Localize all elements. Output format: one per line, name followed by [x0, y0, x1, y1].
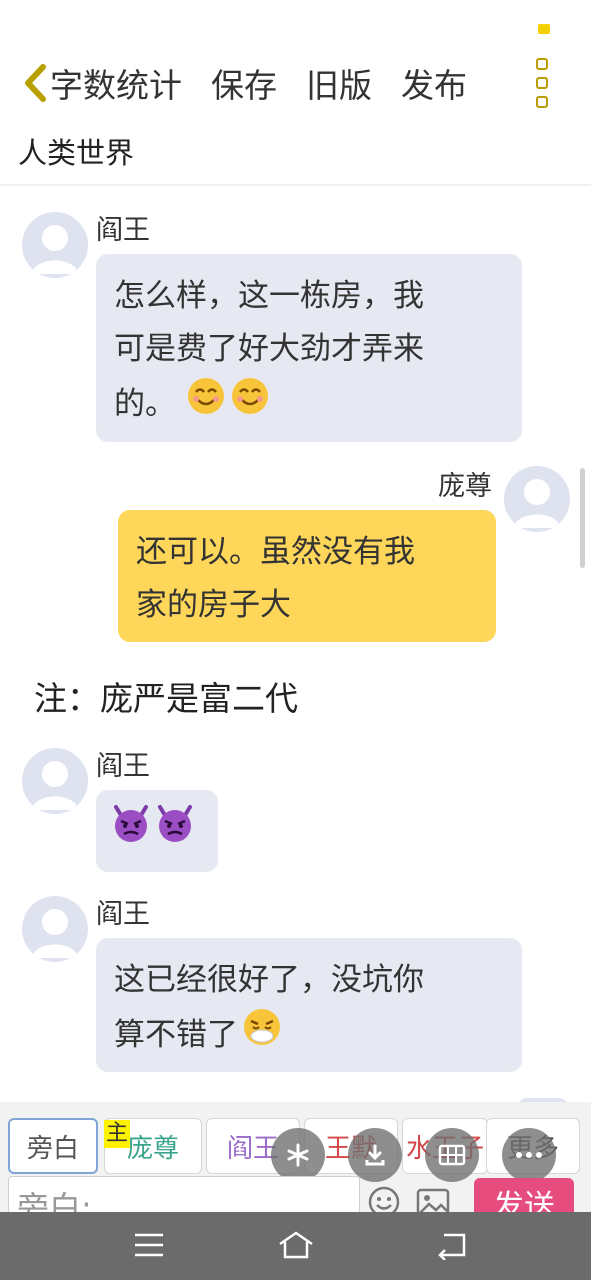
top-bar: 字数统计 保存 旧版 发布: [0, 0, 591, 120]
smiling-face-icon: [186, 376, 226, 433]
divider: [0, 184, 591, 186]
chat-title: 人类世界: [18, 136, 135, 170]
message-line: 家的房子大: [136, 587, 291, 623]
scrollbar[interactable]: [580, 468, 585, 568]
avatar[interactable]: [22, 896, 88, 962]
back-nav-icon[interactable]: [434, 1230, 468, 1261]
host-badge: 主: [104, 1120, 131, 1148]
role-label: 旁白: [26, 1133, 79, 1164]
message-line: 的。: [114, 386, 176, 422]
message-line: 算不错了: [114, 1017, 238, 1053]
old-version-button[interactable]: 旧版: [306, 59, 372, 107]
message-bubble[interactable]: 怎么样，这一栋房，我 可是费了好大劲才弄来 的。: [96, 254, 522, 442]
status-dot: [538, 24, 550, 34]
keyboard-icon[interactable]: [425, 1128, 479, 1182]
ellipsis-icon[interactable]: [502, 1128, 556, 1182]
message-bubble[interactable]: 还可以。虽然没有我 家的房子大: [118, 510, 496, 642]
message-bubble[interactable]: [96, 790, 218, 872]
avatar[interactable]: [22, 212, 88, 278]
menu-icon[interactable]: [132, 1230, 166, 1260]
sender-name: 庞尊: [438, 471, 492, 502]
more-options-icon[interactable]: [533, 58, 551, 108]
message-line: 还可以。虽然没有我: [136, 534, 415, 570]
sparkle-icon[interactable]: [271, 1128, 325, 1182]
back-icon[interactable]: [20, 61, 50, 105]
sender-name: 阎王: [96, 215, 150, 246]
message-bubble[interactable]: 这已经很好了，没坑你 算不错了: [96, 938, 522, 1072]
angry-devil-icon: [154, 803, 196, 860]
message-line: 可是费了好大劲才弄来: [114, 331, 424, 367]
role-tab-narrator[interactable]: 旁白: [8, 1118, 98, 1174]
toolbar: 字数统计 保存 旧版 发布: [20, 58, 571, 108]
role-label: 庞尊: [126, 1133, 179, 1164]
sender-name: 阎王: [96, 751, 150, 782]
message-line: 这已经很好了，没坑你: [114, 962, 424, 998]
weary-face-icon: [242, 1007, 282, 1064]
message-line: 怎么样，这一栋房，我: [114, 278, 424, 314]
sender-name: 阎王: [96, 899, 150, 930]
smiling-face-icon: [230, 376, 270, 433]
download-icon[interactable]: [348, 1128, 402, 1182]
angry-devil-icon: [110, 803, 152, 860]
avatar[interactable]: [504, 466, 570, 532]
avatar[interactable]: [22, 748, 88, 814]
publish-button[interactable]: 发布: [401, 59, 467, 107]
home-icon[interactable]: [278, 1230, 313, 1260]
save-button[interactable]: 保存: [211, 59, 277, 107]
word-count-button[interactable]: 字数统计: [50, 59, 182, 107]
system-nav-bar: [0, 1212, 591, 1280]
narration-note[interactable]: 注：庞严是富二代: [34, 672, 298, 720]
